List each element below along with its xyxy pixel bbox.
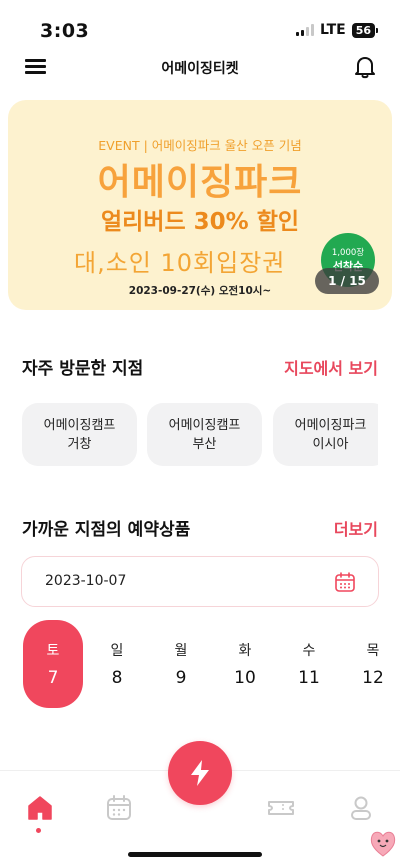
ticket-icon	[268, 801, 294, 815]
branch-name: 어메이징캠프	[168, 418, 241, 433]
signal-icon	[295, 24, 314, 36]
day-number: 8	[111, 668, 123, 688]
day-item-mon[interactable]: 월 9	[151, 620, 211, 708]
branch-chip-geochang[interactable]: 어메이징캠프 거창	[22, 403, 137, 466]
branch-chip-isia[interactable]: 어메이징파크 이시아	[273, 403, 378, 466]
map-view-link[interactable]: 지도에서 보기	[284, 355, 378, 379]
banner-line3: 대,소인 10회입장권	[74, 249, 286, 277]
day-of-week: 화	[238, 643, 252, 659]
day-of-week: 일	[110, 643, 124, 659]
badge-count: 1,000장	[331, 248, 365, 258]
day-item-tue[interactable]: 화 10	[215, 620, 275, 708]
mascot-heart-icon	[370, 831, 396, 857]
branch-name: 어메이징캠프	[43, 418, 116, 433]
day-of-week: 토	[46, 643, 60, 659]
nav-calendar[interactable]	[104, 793, 134, 823]
calendar-icon	[107, 795, 131, 820]
active-indicator	[36, 828, 41, 833]
app-header: 어메이징티켓	[0, 52, 400, 84]
day-item-thu[interactable]: 목 12	[343, 620, 400, 708]
day-number: 11	[298, 668, 320, 688]
quick-action-button[interactable]	[168, 741, 232, 805]
app-title: 어메이징티켓	[161, 61, 239, 77]
status-bar: 3:03 LTE 56	[0, 0, 400, 52]
day-of-week: 수	[302, 643, 316, 659]
more-link[interactable]: 더보기	[334, 516, 378, 540]
frequent-branches-title: 자주 방문한 지점	[22, 359, 144, 379]
day-item-wed[interactable]: 수 11	[279, 620, 339, 708]
nav-home[interactable]	[25, 793, 55, 833]
battery-level: 56	[351, 22, 375, 38]
date-value: 2023-10-07	[45, 573, 127, 589]
day-selector: 토 7 일 8 월 9 화 10 수 11 목 12	[0, 620, 400, 710]
status-time: 3:03	[40, 20, 90, 42]
banner-sub-text: 얼리버드 30% 할인	[100, 209, 300, 235]
notification-bell-icon[interactable]	[352, 54, 378, 80]
date-picker-field[interactable]: 2023-10-07	[21, 556, 379, 607]
home-indicator	[128, 852, 262, 857]
day-number: 12	[362, 668, 384, 688]
event-banner[interactable]: EVENT | 어메이징파크 울산 오픈 기념 어메이징파크 얼리버드 30% …	[8, 100, 392, 310]
network-label: LTE	[319, 22, 346, 38]
banner-event-line: EVENT | 어메이징파크 울산 오픈 기념	[98, 138, 302, 153]
person-icon	[351, 796, 371, 820]
day-of-week: 월	[174, 643, 188, 659]
branch-name: 어메이징파크	[294, 418, 367, 433]
day-number: 7	[47, 668, 59, 688]
branch-location: 부산	[192, 437, 217, 452]
nav-profile[interactable]	[346, 793, 376, 823]
banner-page-counter: 1 / 15	[315, 268, 379, 294]
calendar-icon[interactable]	[334, 571, 356, 593]
status-indicators: LTE 56	[295, 22, 378, 38]
day-of-week: 목	[366, 643, 380, 659]
branch-location: 이시아	[312, 437, 349, 452]
banner-main-text: 어메이징파크	[97, 162, 303, 203]
day-number: 10	[234, 668, 256, 688]
home-icon	[28, 796, 52, 820]
nearby-products-title: 가까운 지점의 예약상품	[22, 520, 191, 540]
lightning-icon	[191, 760, 209, 786]
branch-location: 거창	[67, 437, 92, 452]
branch-chip-row: 어메이징캠프 거창 어메이징캠프 부산 어메이징파크 이시아	[22, 403, 378, 467]
day-item-sun[interactable]: 일 8	[87, 620, 147, 708]
day-number: 9	[175, 668, 187, 688]
day-item-sat[interactable]: 토 7	[23, 620, 83, 708]
branch-chip-busan[interactable]: 어메이징캠프 부산	[147, 403, 262, 466]
nav-ticket[interactable]	[266, 793, 296, 823]
battery-icon: 56	[351, 22, 378, 38]
